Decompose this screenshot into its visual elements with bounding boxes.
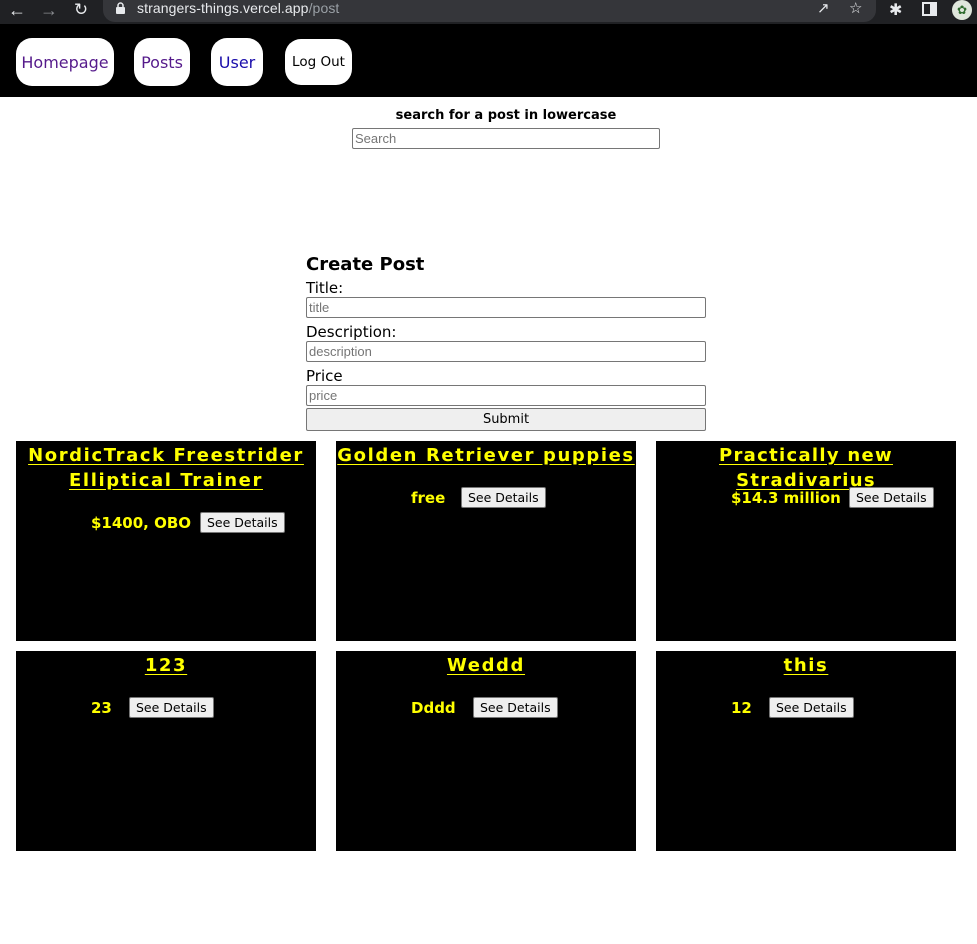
extensions-puzzle-icon[interactable]: ✱: [889, 0, 902, 20]
see-details-button[interactable]: See Details: [200, 512, 285, 533]
post-title[interactable]: Weddd: [336, 653, 636, 678]
address-bar[interactable]: strangers-things.vercel.app/post ↗ ☆: [103, 0, 876, 22]
back-arrow-icon[interactable]: ←: [6, 0, 28, 20]
see-details-button[interactable]: See Details: [769, 697, 854, 718]
post-card: Practically new Stradivarius $14.3 milli…: [656, 441, 956, 641]
logout-button[interactable]: Log Out: [285, 39, 352, 85]
post-card: Golden Retriever puppies free See Detail…: [336, 441, 636, 641]
search-input[interactable]: [352, 128, 660, 149]
description-input[interactable]: [306, 341, 706, 362]
post-card: 123 23 See Details: [16, 651, 316, 851]
nav-posts-link[interactable]: Posts: [134, 38, 190, 86]
create-post-heading: Create Post: [306, 254, 425, 275]
title-label: Title:: [306, 279, 344, 297]
title-input[interactable]: [306, 297, 706, 318]
nav-user-link[interactable]: User: [211, 38, 263, 86]
post-price: $14.3 million: [731, 489, 841, 507]
url-text: strangers-things.vercel.app/post: [137, 0, 340, 16]
see-details-button[interactable]: See Details: [129, 697, 214, 718]
post-price: 12: [731, 699, 752, 717]
post-title[interactable]: this: [656, 653, 956, 678]
post-title[interactable]: NordicTrack Freestrider Elliptical Train…: [16, 443, 316, 493]
post-title[interactable]: 123: [16, 653, 316, 678]
price-label: Price: [306, 367, 343, 385]
see-details-button[interactable]: See Details: [461, 487, 546, 508]
browser-toolbar: ← → ↻ strangers-things.vercel.app/post ↗…: [0, 0, 977, 24]
lock-icon: [116, 2, 125, 14]
see-details-button[interactable]: See Details: [849, 487, 934, 508]
post-title[interactable]: Golden Retriever puppies: [336, 443, 636, 468]
post-card: Weddd Dddd See Details: [336, 651, 636, 851]
share-icon[interactable]: ↗: [817, 0, 830, 17]
side-panel-icon[interactable]: [922, 2, 937, 16]
reload-icon[interactable]: ↻: [70, 0, 92, 20]
post-price: free: [411, 489, 446, 507]
post-price: $1400, OBO: [91, 514, 192, 532]
post-card: NordicTrack Freestrider Elliptical Train…: [16, 441, 316, 641]
profile-avatar-icon[interactable]: ✿: [952, 0, 972, 20]
post-price: 23: [91, 699, 112, 717]
nav-homepage-link[interactable]: Homepage: [16, 38, 114, 86]
search-label: search for a post in lowercase: [395, 108, 617, 123]
post-card: this 12 See Details: [656, 651, 956, 851]
post-title[interactable]: Practically new Stradivarius: [656, 443, 956, 493]
bookmark-star-icon[interactable]: ☆: [849, 0, 862, 17]
see-details-button[interactable]: See Details: [473, 697, 558, 718]
submit-button[interactable]: Submit: [306, 408, 706, 431]
price-input[interactable]: [306, 385, 706, 406]
description-label: Description:: [306, 323, 397, 341]
site-navbar: Homepage Posts User Log Out: [0, 24, 977, 97]
forward-arrow-icon[interactable]: →: [38, 0, 60, 20]
post-price: Dddd: [411, 699, 456, 717]
